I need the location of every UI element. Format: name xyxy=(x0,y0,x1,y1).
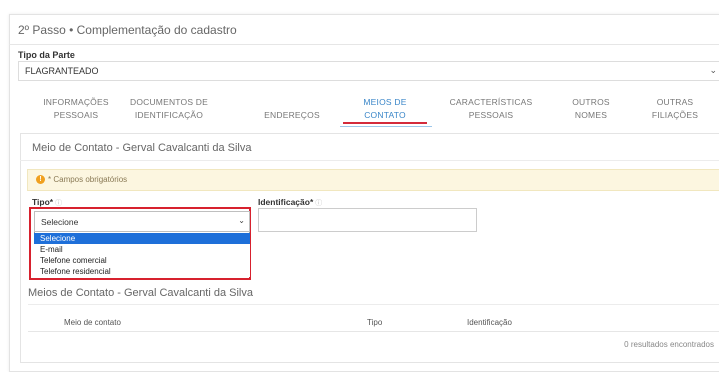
tab-enderecos[interactable]: ENDEREÇOS xyxy=(255,109,329,122)
tab-label-line2: NOMES xyxy=(574,110,608,120)
results-count: 0 resultados encontrados xyxy=(624,340,714,349)
tab-label-line1: OUTROS xyxy=(572,97,610,107)
dropdown-option-email[interactable]: E-mail xyxy=(34,244,250,255)
identificacao-input[interactable] xyxy=(258,208,477,232)
column-header-tipo: Tipo xyxy=(367,318,383,327)
tab-label-line2: PESSOAIS xyxy=(53,110,99,120)
active-tab-underline xyxy=(340,126,432,127)
tab-label-line1: CARACTERÍSTICAS xyxy=(449,97,533,107)
divider xyxy=(9,44,719,45)
party-type-value: FLAGRANTEADO xyxy=(25,66,99,76)
tipo-label-text: Tipo* xyxy=(32,197,54,207)
tab-label-line2: FILIAÇÕES xyxy=(651,110,699,120)
dropdown-option-telefone-comercial[interactable]: Telefone comercial xyxy=(34,255,250,266)
tab-label-line2: IDENTIFICAÇÃO xyxy=(134,110,204,120)
form-title: Meio de Contato - Gerval Cavalcanti da S… xyxy=(32,142,252,154)
active-tab-indicator xyxy=(343,122,427,124)
column-header-meio: Meio de contato xyxy=(64,318,121,327)
identificacao-label: Identificação* ⓘ xyxy=(258,197,322,208)
chevron-down-icon: ⌄ xyxy=(709,65,717,75)
tipo-select[interactable]: Selecione ⌄ xyxy=(34,211,250,232)
list-title: Meios de Contato - Gerval Cavalcanti da … xyxy=(28,287,253,299)
tab-informacoes-pessoais[interactable]: INFORMAÇÕES PESSOAIS xyxy=(42,96,110,122)
tab-outras-filiacoes[interactable]: OUTRAS FILIAÇÕES xyxy=(649,96,701,122)
tab-label-line1: INFORMAÇÕES xyxy=(43,97,109,107)
tab-label-line1: OUTRAS xyxy=(656,97,694,107)
tab-caracteristicas-pessoais[interactable]: CARACTERÍSTICAS PESSOAIS xyxy=(445,96,537,122)
party-type-select[interactable]: FLAGRANTEADO ⌄ xyxy=(18,61,719,81)
divider xyxy=(28,331,719,332)
tipo-select-value: Selecione xyxy=(41,217,79,227)
tab-documentos-identificacao[interactable]: DOCUMENTOS DE IDENTIFICAÇÃO xyxy=(124,96,214,122)
divider xyxy=(28,304,719,305)
chevron-down-icon: ⌄ xyxy=(238,216,245,225)
warning-icon: ! xyxy=(36,175,45,184)
page-title: 2º Passo • Complementação do cadastro xyxy=(18,23,237,37)
tab-meios-de-contato[interactable]: MEIOS DE CONTATO xyxy=(345,96,425,122)
tab-label-line1: DOCUMENTOS DE xyxy=(129,97,208,107)
required-notice: ! * Campos obrigatórios xyxy=(27,169,719,191)
divider xyxy=(20,160,719,161)
tab-label-line2: CONTATO xyxy=(364,110,406,120)
tab-label-line2: PESSOAIS xyxy=(468,110,514,120)
identificacao-label-text: Identificação* xyxy=(258,197,314,207)
tab-label-line1: ENDEREÇOS xyxy=(264,110,320,120)
required-notice-text: * Campos obrigatórios xyxy=(48,175,128,184)
info-icon[interactable]: ⓘ xyxy=(315,200,322,207)
tab-label-line1: MEIOS DE xyxy=(363,97,407,107)
dropdown-option-telefone-residencial[interactable]: Telefone residencial xyxy=(34,266,250,277)
tab-outros-nomes[interactable]: OUTROS NOMES xyxy=(567,96,615,122)
info-icon[interactable]: ⓘ xyxy=(55,200,62,207)
dropdown-option-selecione[interactable]: Selecione xyxy=(34,233,250,244)
party-type-label: Tipo da Parte xyxy=(18,50,75,60)
column-header-identificacao: Identificação xyxy=(467,318,512,327)
